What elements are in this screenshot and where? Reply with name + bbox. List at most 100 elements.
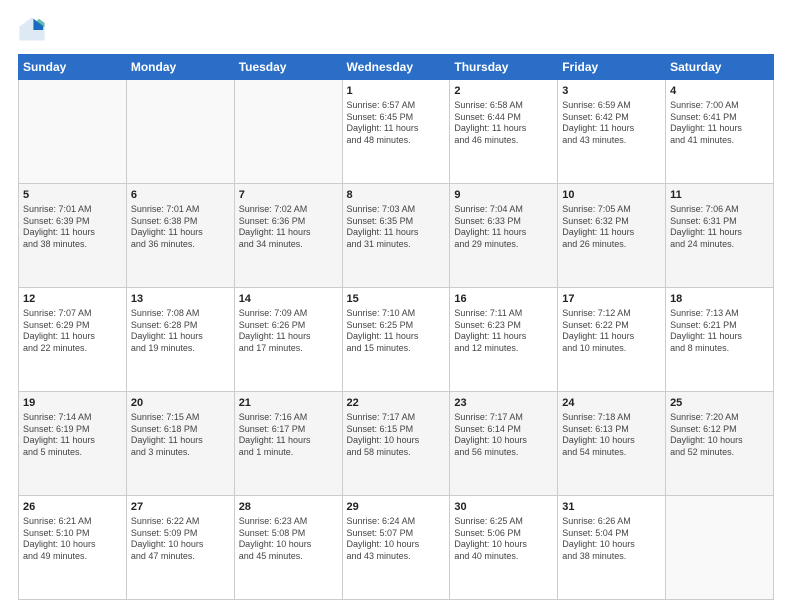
day-info: Sunrise: 6:25 AM Sunset: 5:06 PM Dayligh… — [454, 516, 553, 563]
day-number: 31 — [562, 500, 661, 515]
calendar-cell: 27Sunrise: 6:22 AM Sunset: 5:09 PM Dayli… — [126, 496, 234, 600]
day-info: Sunrise: 6:21 AM Sunset: 5:10 PM Dayligh… — [23, 516, 122, 563]
calendar-cell: 19Sunrise: 7:14 AM Sunset: 6:19 PM Dayli… — [19, 392, 127, 496]
day-number: 9 — [454, 188, 553, 203]
day-number: 14 — [239, 292, 338, 307]
day-header-thursday: Thursday — [450, 55, 558, 80]
day-header-friday: Friday — [558, 55, 666, 80]
day-header-tuesday: Tuesday — [234, 55, 342, 80]
day-number: 27 — [131, 500, 230, 515]
day-info: Sunrise: 7:02 AM Sunset: 6:36 PM Dayligh… — [239, 204, 338, 251]
day-number: 15 — [347, 292, 446, 307]
day-info: Sunrise: 7:15 AM Sunset: 6:18 PM Dayligh… — [131, 412, 230, 459]
day-number: 6 — [131, 188, 230, 203]
day-number: 13 — [131, 292, 230, 307]
calendar-cell: 26Sunrise: 6:21 AM Sunset: 5:10 PM Dayli… — [19, 496, 127, 600]
day-number: 29 — [347, 500, 446, 515]
calendar-cell: 10Sunrise: 7:05 AM Sunset: 6:32 PM Dayli… — [558, 184, 666, 288]
calendar-cell: 23Sunrise: 7:17 AM Sunset: 6:14 PM Dayli… — [450, 392, 558, 496]
calendar-cell: 2Sunrise: 6:58 AM Sunset: 6:44 PM Daylig… — [450, 80, 558, 184]
calendar-cell: 20Sunrise: 7:15 AM Sunset: 6:18 PM Dayli… — [126, 392, 234, 496]
calendar-cell: 18Sunrise: 7:13 AM Sunset: 6:21 PM Dayli… — [666, 288, 774, 392]
calendar-cell: 5Sunrise: 7:01 AM Sunset: 6:39 PM Daylig… — [19, 184, 127, 288]
calendar-cell: 7Sunrise: 7:02 AM Sunset: 6:36 PM Daylig… — [234, 184, 342, 288]
calendar-cell: 4Sunrise: 7:00 AM Sunset: 6:41 PM Daylig… — [666, 80, 774, 184]
day-number: 4 — [670, 84, 769, 99]
calendar-cell: 31Sunrise: 6:26 AM Sunset: 5:04 PM Dayli… — [558, 496, 666, 600]
calendar-cell: 28Sunrise: 6:23 AM Sunset: 5:08 PM Dayli… — [234, 496, 342, 600]
day-info: Sunrise: 6:57 AM Sunset: 6:45 PM Dayligh… — [347, 100, 446, 147]
day-number: 1 — [347, 84, 446, 99]
day-info: Sunrise: 6:24 AM Sunset: 5:07 PM Dayligh… — [347, 516, 446, 563]
day-info: Sunrise: 7:10 AM Sunset: 6:25 PM Dayligh… — [347, 308, 446, 355]
day-number: 12 — [23, 292, 122, 307]
calendar-cell: 15Sunrise: 7:10 AM Sunset: 6:25 PM Dayli… — [342, 288, 450, 392]
calendar-cell: 14Sunrise: 7:09 AM Sunset: 6:26 PM Dayli… — [234, 288, 342, 392]
day-info: Sunrise: 7:01 AM Sunset: 6:39 PM Dayligh… — [23, 204, 122, 251]
day-number: 16 — [454, 292, 553, 307]
page: SundayMondayTuesdayWednesdayThursdayFrid… — [0, 0, 792, 612]
calendar-cell — [234, 80, 342, 184]
calendar-cell: 25Sunrise: 7:20 AM Sunset: 6:12 PM Dayli… — [666, 392, 774, 496]
calendar-cell: 6Sunrise: 7:01 AM Sunset: 6:38 PM Daylig… — [126, 184, 234, 288]
day-info: Sunrise: 6:26 AM Sunset: 5:04 PM Dayligh… — [562, 516, 661, 563]
calendar-cell: 3Sunrise: 6:59 AM Sunset: 6:42 PM Daylig… — [558, 80, 666, 184]
calendar-cell: 11Sunrise: 7:06 AM Sunset: 6:31 PM Dayli… — [666, 184, 774, 288]
day-number: 17 — [562, 292, 661, 307]
day-info: Sunrise: 6:59 AM Sunset: 6:42 PM Dayligh… — [562, 100, 661, 147]
day-info: Sunrise: 7:17 AM Sunset: 6:15 PM Dayligh… — [347, 412, 446, 459]
day-number: 2 — [454, 84, 553, 99]
calendar-cell: 16Sunrise: 7:11 AM Sunset: 6:23 PM Dayli… — [450, 288, 558, 392]
logo-icon — [18, 16, 46, 44]
calendar-cell: 24Sunrise: 7:18 AM Sunset: 6:13 PM Dayli… — [558, 392, 666, 496]
calendar-cell: 29Sunrise: 6:24 AM Sunset: 5:07 PM Dayli… — [342, 496, 450, 600]
day-info: Sunrise: 6:58 AM Sunset: 6:44 PM Dayligh… — [454, 100, 553, 147]
calendar-cell — [666, 496, 774, 600]
day-info: Sunrise: 7:13 AM Sunset: 6:21 PM Dayligh… — [670, 308, 769, 355]
day-number: 28 — [239, 500, 338, 515]
day-info: Sunrise: 7:07 AM Sunset: 6:29 PM Dayligh… — [23, 308, 122, 355]
day-number: 11 — [670, 188, 769, 203]
day-number: 21 — [239, 396, 338, 411]
day-number: 24 — [562, 396, 661, 411]
calendar-table: SundayMondayTuesdayWednesdayThursdayFrid… — [18, 54, 774, 600]
day-number: 20 — [131, 396, 230, 411]
day-info: Sunrise: 7:11 AM Sunset: 6:23 PM Dayligh… — [454, 308, 553, 355]
day-info: Sunrise: 7:12 AM Sunset: 6:22 PM Dayligh… — [562, 308, 661, 355]
calendar-cell: 13Sunrise: 7:08 AM Sunset: 6:28 PM Dayli… — [126, 288, 234, 392]
day-info: Sunrise: 7:17 AM Sunset: 6:14 PM Dayligh… — [454, 412, 553, 459]
day-info: Sunrise: 7:08 AM Sunset: 6:28 PM Dayligh… — [131, 308, 230, 355]
calendar-cell: 21Sunrise: 7:16 AM Sunset: 6:17 PM Dayli… — [234, 392, 342, 496]
day-info: Sunrise: 7:00 AM Sunset: 6:41 PM Dayligh… — [670, 100, 769, 147]
day-info: Sunrise: 7:16 AM Sunset: 6:17 PM Dayligh… — [239, 412, 338, 459]
day-info: Sunrise: 7:06 AM Sunset: 6:31 PM Dayligh… — [670, 204, 769, 251]
calendar-cell: 22Sunrise: 7:17 AM Sunset: 6:15 PM Dayli… — [342, 392, 450, 496]
day-info: Sunrise: 7:09 AM Sunset: 6:26 PM Dayligh… — [239, 308, 338, 355]
day-number: 23 — [454, 396, 553, 411]
day-info: Sunrise: 6:22 AM Sunset: 5:09 PM Dayligh… — [131, 516, 230, 563]
day-info: Sunrise: 7:04 AM Sunset: 6:33 PM Dayligh… — [454, 204, 553, 251]
day-number: 3 — [562, 84, 661, 99]
day-number: 5 — [23, 188, 122, 203]
day-number: 19 — [23, 396, 122, 411]
calendar-cell: 8Sunrise: 7:03 AM Sunset: 6:35 PM Daylig… — [342, 184, 450, 288]
calendar-cell: 17Sunrise: 7:12 AM Sunset: 6:22 PM Dayli… — [558, 288, 666, 392]
day-header-saturday: Saturday — [666, 55, 774, 80]
day-number: 25 — [670, 396, 769, 411]
day-number: 7 — [239, 188, 338, 203]
day-info: Sunrise: 7:03 AM Sunset: 6:35 PM Dayligh… — [347, 204, 446, 251]
calendar-cell — [126, 80, 234, 184]
day-number: 30 — [454, 500, 553, 515]
day-number: 18 — [670, 292, 769, 307]
logo — [18, 16, 48, 44]
day-header-monday: Monday — [126, 55, 234, 80]
day-number: 26 — [23, 500, 122, 515]
day-header-wednesday: Wednesday — [342, 55, 450, 80]
calendar-cell — [19, 80, 127, 184]
day-number: 8 — [347, 188, 446, 203]
day-info: Sunrise: 7:20 AM Sunset: 6:12 PM Dayligh… — [670, 412, 769, 459]
day-info: Sunrise: 7:05 AM Sunset: 6:32 PM Dayligh… — [562, 204, 661, 251]
calendar-cell: 1Sunrise: 6:57 AM Sunset: 6:45 PM Daylig… — [342, 80, 450, 184]
day-info: Sunrise: 7:18 AM Sunset: 6:13 PM Dayligh… — [562, 412, 661, 459]
day-info: Sunrise: 7:14 AM Sunset: 6:19 PM Dayligh… — [23, 412, 122, 459]
